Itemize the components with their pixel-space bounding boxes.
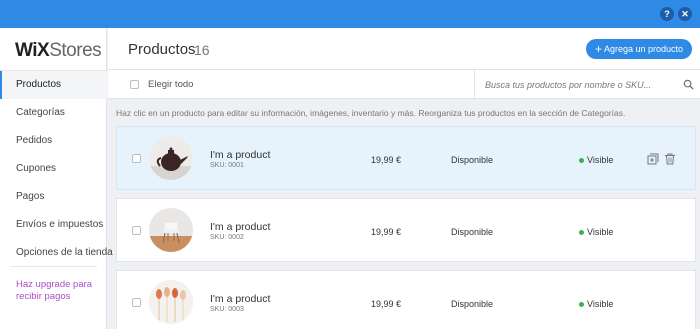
sidebar-item-envios[interactable]: Envíos e impuestos: [0, 211, 107, 239]
product-name: I'm a product: [210, 221, 271, 233]
wix-stores-logo: WiXStores: [15, 40, 102, 61]
product-image-teapot: [149, 136, 193, 180]
visible-dot-icon: [579, 230, 584, 235]
page-title: Productos: [128, 41, 196, 58]
row-checkbox[interactable]: [132, 154, 141, 163]
product-visibility: Visible: [587, 227, 614, 237]
search-box: [474, 70, 700, 99]
product-sku: SKU: 0002: [210, 234, 244, 241]
product-count: 16: [194, 42, 210, 58]
instructions-text: Haz clic en un producto para editar su i…: [116, 108, 626, 118]
sidebar: WiXStores Productos Categorías Pedidos C…: [0, 28, 113, 329]
select-all-label[interactable]: Elegir todo: [148, 79, 193, 90]
close-button[interactable]: ✕: [678, 7, 692, 21]
sidebar-separator: [10, 266, 97, 267]
product-stock: Disponible: [451, 299, 494, 309]
select-all-checkbox[interactable]: [130, 80, 139, 89]
row-checkbox[interactable]: [132, 298, 141, 307]
upgrade-link[interactable]: Haz upgrade para recibir pagos: [16, 279, 104, 303]
sidebar-item-cupones[interactable]: Cupones: [0, 155, 107, 183]
product-row[interactable]: I'm a product SKU: 0001 19,99 € Disponib…: [116, 126, 696, 190]
duplicate-icon[interactable]: [647, 153, 659, 165]
product-price: 19,99 €: [371, 299, 402, 309]
plus-icon: +: [594, 42, 602, 56]
search-input[interactable]: [485, 77, 675, 92]
product-price: 19,99 €: [371, 155, 402, 165]
product-image-spoons: [149, 280, 193, 324]
product-stock: Disponible: [451, 155, 494, 165]
product-stock: Disponible: [451, 227, 494, 237]
product-name: I'm a product: [210, 293, 271, 305]
sidebar-item-opciones[interactable]: Opciones de la tienda: [0, 239, 113, 267]
page-header: Productos 16 + Agrega un producto: [108, 28, 700, 70]
row-checkbox[interactable]: [132, 226, 141, 235]
top-bar: ? ✕: [0, 0, 700, 28]
list-toolbar: Elegir todo: [108, 70, 700, 99]
product-sku: SKU: 0001: [210, 162, 244, 169]
product-image-chair: [149, 208, 193, 252]
visible-dot-icon: [579, 158, 584, 163]
trash-icon[interactable]: [664, 153, 676, 165]
search-icon[interactable]: [683, 79, 694, 90]
visible-dot-icon: [579, 302, 584, 307]
product-price: 19,99 €: [371, 227, 402, 237]
product-visibility: Visible: [587, 155, 614, 165]
product-visibility: Visible: [587, 299, 614, 309]
add-product-button[interactable]: + Agrega un producto: [586, 39, 692, 59]
sidebar-item-pedidos[interactable]: Pedidos: [0, 127, 107, 155]
product-row[interactable]: I'm a product SKU: 0003 19,99 € Disponib…: [116, 270, 696, 329]
sidebar-item-pagos[interactable]: Pagos: [0, 183, 107, 211]
sidebar-item-categorias[interactable]: Categorías: [0, 99, 107, 127]
help-button[interactable]: ?: [660, 7, 674, 21]
product-sku: SKU: 0003: [210, 306, 244, 313]
product-name: I'm a product: [210, 149, 271, 161]
product-row[interactable]: I'm a product SKU: 0002 19,99 € Disponib…: [116, 198, 696, 262]
sidebar-item-productos[interactable]: Productos: [0, 71, 107, 99]
